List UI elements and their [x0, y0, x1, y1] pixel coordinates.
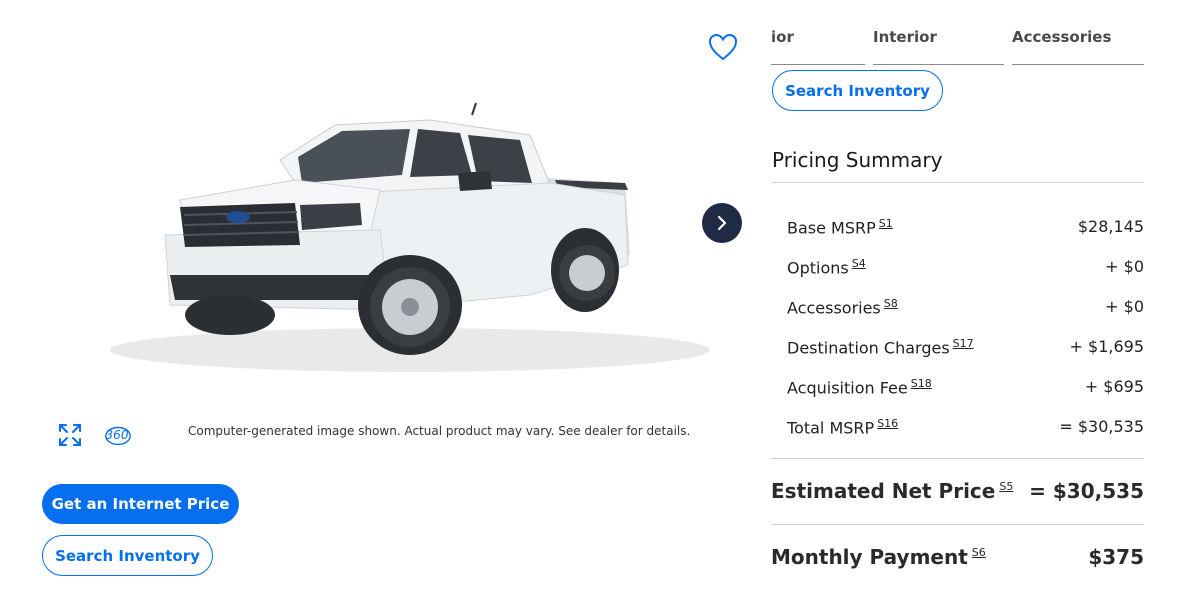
net-price-label: Estimated Net Price [771, 479, 996, 503]
pricing-summary-title: Pricing Summary [772, 148, 943, 172]
price-row-value: + $0 [1105, 257, 1144, 276]
price-row-value: + $1,695 [1069, 337, 1144, 356]
tab-accessories[interactable]: Accessories [1012, 28, 1144, 65]
summary-divider [771, 182, 1144, 183]
fullscreen-button[interactable] [55, 420, 85, 450]
price-row-value: + $0 [1105, 297, 1144, 316]
tab-exterior[interactable]: ior [771, 28, 865, 65]
footnote-link[interactable]: S6 [972, 546, 986, 559]
get-internet-price-button[interactable]: Get an Internet Price [42, 484, 239, 524]
search-inventory-button[interactable]: Search Inventory [42, 535, 213, 576]
chevron-right-icon [717, 215, 727, 231]
view-360-button[interactable]: 360 [103, 420, 133, 450]
badge-360: 360 [105, 428, 129, 442]
footnote-link[interactable]: S17 [953, 337, 974, 350]
footnote-link[interactable]: S16 [877, 417, 898, 430]
footnote-link[interactable]: S1 [879, 217, 893, 230]
price-row-options: Options S4 + $0 [787, 257, 1144, 277]
favorite-button[interactable] [706, 30, 740, 64]
price-row-accessories: Accessories S8 + $0 [787, 297, 1144, 317]
heart-icon [708, 33, 738, 61]
vehicle-gallery: 360 Computer-generated image shown. Actu… [0, 0, 760, 589]
expand-icon [59, 424, 81, 446]
price-row-value: + $695 [1084, 377, 1144, 396]
net-price-divider [771, 458, 1144, 459]
tab-interior[interactable]: Interior [873, 28, 1004, 65]
price-row-destination: Destination Charges S17 + $1,695 [787, 337, 1144, 357]
vehicle-image [80, 95, 730, 385]
price-row-total-msrp: Total MSRP S16 = $30,535 [787, 417, 1144, 437]
gallery-tools: 360 [55, 420, 133, 450]
price-row-label: Acquisition Fee [787, 378, 908, 398]
price-row-label: Destination Charges [787, 338, 950, 358]
panel-search-inventory-button[interactable]: Search Inventory [772, 70, 943, 111]
price-row-label: Options [787, 258, 849, 278]
footnote-link[interactable]: S18 [911, 377, 932, 390]
price-row-label: Base MSRP [787, 218, 876, 238]
monthly-divider [771, 524, 1144, 525]
price-row-value: $28,145 [1077, 217, 1144, 236]
next-image-button[interactable] [702, 203, 742, 243]
monthly-label: Monthly Payment [771, 545, 968, 569]
footnote-link[interactable]: S4 [852, 257, 866, 270]
monthly-payment-row: Monthly Payment S6 $375 [771, 545, 1144, 569]
image-disclaimer: Computer-generated image shown. Actual p… [188, 424, 691, 438]
footnote-link[interactable]: S8 [884, 297, 898, 310]
footnote-link[interactable]: S5 [999, 480, 1013, 493]
price-row-label: Accessories [787, 298, 881, 318]
estimated-net-price-row: Estimated Net Price S5 = $30,535 [771, 479, 1144, 503]
price-row-acquisition-fee: Acquisition Fee S18 + $695 [787, 377, 1144, 397]
monthly-value: $375 [1088, 545, 1144, 569]
price-row-label: Total MSRP [787, 418, 875, 438]
config-tabs: ior Interior Accessories [771, 0, 1144, 65]
price-row-base-msrp: Base MSRP S1 $28,145 [787, 217, 1144, 237]
net-price-value: = $30,535 [1029, 479, 1144, 503]
pricing-panel: ior Interior Accessories Search Inventor… [771, 0, 1144, 589]
price-row-value: = $30,535 [1059, 417, 1144, 436]
